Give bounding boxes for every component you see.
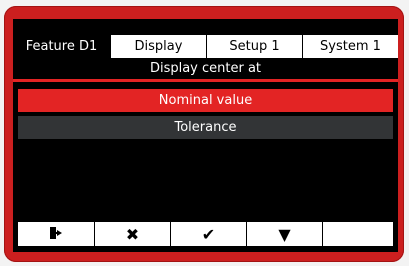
empty-softkey[interactable] bbox=[323, 222, 393, 246]
title-divider bbox=[13, 79, 398, 82]
exit-button[interactable] bbox=[18, 222, 95, 246]
cancel-button[interactable]: ✖ bbox=[95, 222, 171, 246]
tab-setup-1[interactable]: Setup 1 bbox=[206, 35, 302, 58]
tab-feature-d1[interactable]: Feature D1 bbox=[13, 35, 110, 58]
display-screen: Feature D1 Display Setup 1 System 1 Disp… bbox=[13, 19, 398, 252]
close-icon: ✖ bbox=[125, 224, 140, 244]
confirm-button[interactable]: ✔ bbox=[171, 222, 247, 246]
exit-icon bbox=[49, 225, 63, 244]
down-button[interactable]: ▼ bbox=[247, 222, 323, 246]
check-icon: ✔ bbox=[201, 224, 216, 244]
tab-system-1[interactable]: System 1 bbox=[302, 35, 398, 58]
option-nominal-value[interactable]: Nominal value bbox=[18, 89, 393, 112]
option-tolerance[interactable]: Tolerance bbox=[18, 116, 393, 139]
tab-display[interactable]: Display bbox=[110, 35, 206, 58]
softkey-bar: ✖ ✔ ▼ bbox=[18, 222, 393, 246]
tab-bar: Feature D1 Display Setup 1 System 1 bbox=[13, 35, 398, 58]
down-arrow-icon: ▼ bbox=[278, 224, 291, 244]
menu-title: Display center at bbox=[149, 61, 262, 76]
